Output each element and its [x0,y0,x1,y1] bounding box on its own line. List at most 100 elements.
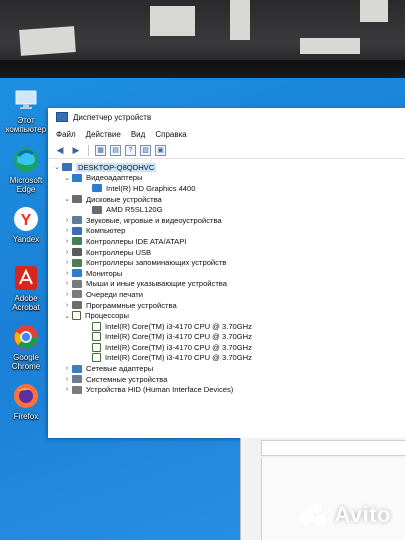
tree-category[interactable]: › Звуковые, игровые и видеоустройства [52,215,405,226]
collapsed-chevron-icon[interactable]: › [62,249,72,256]
avito-watermark: Avito [299,502,391,528]
expanded-chevron-icon[interactable]: ⌄ [62,312,72,320]
forward-arrow-icon[interactable]: ▶ [70,145,82,156]
tree-label: AMD R5SL120G [106,205,163,215]
expanded-chevron-icon[interactable]: ⌄ [62,174,72,182]
tree-category[interactable]: ⌄ Видеоадаптеры [52,173,405,184]
collapsed-chevron-icon[interactable]: › [62,217,72,224]
tree-category[interactable]: ⌄ Дисковые устройства [52,194,405,205]
disk-drive-icon [92,205,102,214]
processor-icon [92,353,101,363]
desktop-shortcut[interactable]: Microsoft Edge [4,146,48,194]
collapsed-chevron-icon[interactable]: › [62,259,72,266]
avito-text: Avito [334,502,391,527]
tree-category[interactable]: › Сетевые адаптеры [52,363,405,374]
tree-category[interactable]: › Очереди печати [52,289,405,300]
title-bar[interactable]: Диспетчер устройств [48,108,405,126]
tree-label: Звуковые, игровые и видеоустройства [86,215,222,225]
toolbar-separator [88,144,89,156]
menu-action[interactable]: Действие [86,130,121,139]
ide-controller-icon [72,237,82,246]
tree-category[interactable]: › Устройства HID (Human Interface Devices… [52,384,405,395]
window-title: Диспетчер устройств [73,112,152,122]
desktop-shortcut[interactable]: Google Chrome [4,323,48,371]
tree-device[interactable]: Intel(R) Core(TM) i3-4170 CPU @ 3.70GHz [52,353,405,364]
scan-hardware-icon[interactable]: ▣ [155,144,166,156]
device-manager-icon [56,112,68,122]
tree-label: Видеоадаптеры [86,173,143,183]
yandex-icon: Y [12,205,40,233]
paper-note [19,26,76,56]
menu-file[interactable]: Файл [56,130,76,139]
svg-text:Y: Y [21,212,32,229]
tree-category[interactable]: › Контроллеры USB [52,247,405,258]
tree-label: Компьютер [86,226,126,236]
collapsed-chevron-icon[interactable]: › [62,270,72,277]
desktop-shortcut-label: Этот компьютер [5,116,47,134]
sound-icon [72,216,82,225]
collapsed-chevron-icon[interactable]: › [62,302,72,309]
tree-category[interactable]: › Мыши и иные указывающие устройства [52,279,405,290]
tree-category[interactable]: › Мониторы [52,268,405,279]
collapsed-chevron-icon[interactable]: › [62,386,72,393]
tree-device[interactable]: Intel(R) Core(TM) i3-4170 CPU @ 3.70GHz [52,342,405,353]
tree-label: Сетевые адаптеры [86,364,154,374]
tree-label: Очереди печати [86,289,143,299]
tree-category[interactable]: › Программные устройства [52,300,405,311]
tree-device[interactable]: Intel(R) HD Graphics 4400 [52,183,405,194]
collapsed-chevron-icon[interactable]: › [62,227,72,234]
collapsed-chevron-icon[interactable]: › [62,291,72,298]
collapsed-chevron-icon[interactable]: › [62,365,72,372]
desktop-shortcut[interactable]: Firefox [4,382,48,421]
avito-logo-icon [299,503,329,527]
expanded-chevron-icon[interactable]: ⌄ [62,195,72,203]
tree-category[interactable]: › Контроллеры IDE ATA/ATAPI [52,236,405,247]
display-adapter-icon [92,184,102,193]
monitor-icon [72,269,82,278]
network-adapter-icon [72,364,82,373]
paper-note [150,6,195,36]
tree-label: Системные устройства [86,374,168,384]
desktop-shortcut[interactable]: Y Yandex [4,205,48,244]
this-pc-icon [12,86,40,114]
google-chrome-icon [12,323,40,351]
tree-label: Контроллеры IDE ATA/ATAPI [86,236,187,246]
tree-category[interactable]: › Компьютер [52,226,405,237]
tree-device[interactable]: Intel(R) Core(TM) i3-4170 CPU @ 3.70GHz [52,332,405,343]
microsoft-edge-icon [12,146,40,174]
console-tree-icon[interactable]: ▧ [140,144,151,156]
tree-label: Intel(R) Core(TM) i3-4170 CPU @ 3.70GHz [105,332,252,342]
collapsed-chevron-icon[interactable]: › [62,238,72,245]
menu-bar: Файл Действие Вид Справка [48,126,405,142]
desktop-shortcut-label: Google Chrome [11,353,41,371]
tree-device[interactable]: AMD R5SL120G [52,204,405,215]
tree-category[interactable]: ⌄ Процессоры [52,310,405,321]
tree-root[interactable]: ⌄ DESKTOP-Q8QDHVC [52,162,405,173]
hid-icon [72,385,82,394]
processor-icon [72,311,81,321]
desktop-shortcut[interactable]: Этот компьютер [4,86,48,134]
help-icon[interactable]: ? [125,144,136,156]
collapsed-chevron-icon[interactable]: › [62,280,72,287]
tree-category[interactable]: › Контроллеры запоминающих устройств [52,257,405,268]
expanded-chevron-icon[interactable]: ⌄ [52,163,62,171]
desktop-shortcut[interactable]: Adobe Acrobat [4,264,48,312]
tree-category[interactable]: › Системные устройства [52,374,405,385]
tree-label: Мониторы [86,268,123,278]
collapsed-chevron-icon[interactable]: › [62,376,72,383]
back-arrow-icon[interactable]: ◀ [54,145,66,156]
tree-label: Устройства HID (Human Interface Devices) [86,385,234,395]
tree-device[interactable]: Intel(R) Core(TM) i3-4170 CPU @ 3.70GHz [52,321,405,332]
menu-view[interactable]: Вид [131,130,145,139]
tree-label: Программные устройства [86,300,177,310]
show-hide-tree-icon[interactable]: ▦ [95,144,106,156]
menu-help[interactable]: Справка [155,130,186,139]
desktop-shortcut-label: Yandex [12,235,40,244]
properties-icon[interactable]: ▤ [110,144,121,156]
storage-controller-icon [72,258,82,267]
usb-controller-icon [72,248,82,257]
device-manager-window: Диспетчер устройств Файл Действие Вид Сп… [48,108,405,438]
paper-note [230,0,250,40]
tree-label: Дисковые устройства [86,194,162,204]
tree-label: Процессоры [85,311,129,321]
